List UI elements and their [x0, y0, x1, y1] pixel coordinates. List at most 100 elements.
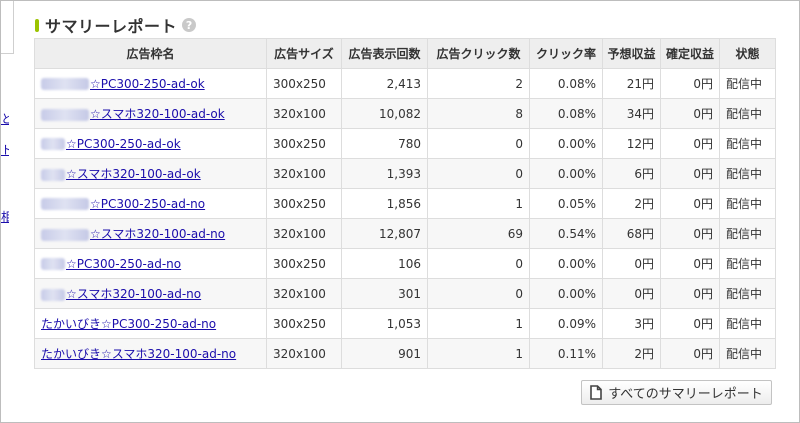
column-header-ctr[interactable]: クリック率: [529, 38, 603, 69]
all-summary-reports-label: すべてのサマリーレポート: [608, 387, 763, 402]
ctr-cell: 0.09%: [529, 308, 603, 339]
ad-size-cell: 300x250: [266, 188, 342, 219]
ad-slot-name-link[interactable]: ☆スマホ320-100-ad-ok: [41, 107, 225, 121]
ad-slot-name-link[interactable]: ☆PC300-250-ad-no: [41, 257, 181, 271]
estimated-revenue-cell: 2円: [602, 338, 661, 369]
impressions-cell: 2,413: [341, 68, 428, 99]
ad-size-cell: 300x250: [266, 68, 342, 99]
column-header-estimated-revenue[interactable]: 予想収益: [602, 38, 661, 69]
report-panel: と ト 相 サマリーレポート ? 広告枠名 広告サイズ 広告表示回数 広告クリッ…: [0, 0, 800, 423]
status-cell: 配信中: [719, 278, 776, 309]
column-header-impressions[interactable]: 広告表示回数: [341, 38, 428, 69]
estimated-revenue-cell: 0円: [602, 248, 661, 279]
question-circle-icon[interactable]: ?: [182, 18, 197, 32]
redacted-name-blur: [41, 228, 89, 241]
table-row: ☆スマホ320-100-ad-no 320x100 301 0 0.00% 0円 0円 配信中: [34, 278, 776, 309]
section-header: サマリーレポート ?: [35, 14, 197, 36]
ad-size-cell: 300x250: [266, 308, 342, 339]
status-cell: 配信中: [719, 188, 776, 219]
ad-slot-name-link[interactable]: ☆PC300-250-ad-no: [41, 197, 205, 211]
ad-slot-name-text: ☆スマホ320-100-ad-ok: [90, 107, 225, 121]
left-sidebar-link[interactable]: ト: [1, 141, 9, 158]
confirmed-revenue-cell: 0円: [660, 98, 720, 129]
ad-slot-name-cell: ☆PC300-250-ad-no: [34, 248, 267, 279]
column-header-confirmed-revenue[interactable]: 確定収益: [660, 38, 720, 69]
estimated-revenue-cell: 0円: [602, 278, 661, 309]
column-header-clicks[interactable]: 広告クリック数: [427, 38, 530, 69]
ad-size-cell: 320x100: [266, 338, 342, 369]
impressions-cell: 780: [341, 128, 428, 159]
ad-size-cell: 300x250: [266, 248, 342, 279]
ad-slot-name-cell: ☆PC300-250-ad-no: [34, 188, 267, 219]
ad-slot-name-text: たかいびき☆スマホ320-100-ad-no: [41, 347, 237, 361]
ctr-cell: 0.00%: [529, 158, 603, 189]
ad-slot-name-cell: ☆スマホ320-100-ad-ok: [34, 98, 267, 129]
ctr-cell: 0.05%: [529, 188, 603, 219]
ad-size-cell: 300x250: [266, 128, 342, 159]
ad-slot-name-link[interactable]: ☆スマホ320-100-ad-no: [41, 287, 201, 301]
redacted-name-blur: [41, 168, 65, 181]
column-header-status[interactable]: 状態: [719, 38, 776, 69]
confirmed-revenue-cell: 0円: [660, 218, 720, 249]
ad-slot-name-cell: ☆PC300-250-ad-ok: [34, 128, 267, 159]
estimated-revenue-cell: 21円: [602, 68, 661, 99]
ad-slot-name-cell: たかいびき☆PC300-250-ad-no: [34, 308, 267, 339]
table-row: たかいびき☆PC300-250-ad-no 300x250 1,053 1 0.09% 3…: [34, 308, 776, 339]
ad-slot-name-link[interactable]: ☆スマホ320-100-ad-no: [41, 227, 225, 241]
redacted-name-blur: [41, 258, 65, 270]
table-row: ☆PC300-250-ad-ok 300x250 780 0 0.00% 12円 0円 配信中: [34, 128, 776, 159]
left-sidebar-link[interactable]: 相: [1, 208, 9, 225]
redacted-name-blur: [41, 288, 65, 301]
status-cell: 配信中: [719, 248, 776, 279]
column-header-ad-slot-name[interactable]: 広告枠名: [34, 38, 267, 69]
ad-slot-name-text: ☆PC300-250-ad-ok: [90, 76, 205, 91]
table-row: ☆PC300-250-ad-no 300x250 106 0 0.00% 0円 0円 配信中: [34, 248, 776, 279]
redacted-name-blur: [41, 198, 89, 210]
ad-slot-name-text: ☆スマホ320-100-ad-no: [66, 287, 202, 301]
all-summary-reports-button[interactable]: すべてのサマリーレポート: [581, 380, 772, 405]
ctr-cell: 0.00%: [529, 248, 603, 279]
ctr-cell: 0.00%: [529, 128, 603, 159]
impressions-cell: 1,393: [341, 158, 428, 189]
ad-slot-name-cell: ☆スマホ320-100-ad-ok: [34, 158, 267, 189]
ad-slot-name-text: たかいびき☆PC300-250-ad-no: [41, 317, 217, 331]
estimated-revenue-cell: 34円: [602, 98, 661, 129]
impressions-cell: 106: [341, 248, 428, 279]
left-sidebar-link[interactable]: と: [1, 110, 9, 127]
estimated-revenue-cell: 3円: [602, 308, 661, 339]
ad-slot-name-cell: ☆PC300-250-ad-ok: [34, 68, 267, 99]
confirmed-revenue-cell: 0円: [660, 188, 720, 219]
column-header-ad-size[interactable]: 広告サイズ: [266, 38, 342, 69]
ad-slot-name-link[interactable]: たかいびき☆スマホ320-100-ad-no: [41, 347, 236, 361]
estimated-revenue-cell: 6円: [602, 158, 661, 189]
clicks-cell: 0: [427, 248, 530, 279]
ad-slot-name-link[interactable]: ☆PC300-250-ad-ok: [41, 137, 181, 151]
ad-slot-name-cell: ☆スマホ320-100-ad-no: [34, 278, 267, 309]
confirmed-revenue-cell: 0円: [660, 128, 720, 159]
title-accent-bar: [35, 18, 39, 32]
clicks-cell: 1: [427, 338, 530, 369]
status-cell: 配信中: [719, 308, 776, 339]
ad-slot-name-text: ☆スマホ320-100-ad-no: [90, 227, 226, 241]
ctr-cell: 0.11%: [529, 338, 603, 369]
ad-slot-name-text: ☆スマホ320-100-ad-ok: [66, 167, 201, 181]
ad-slot-name-link[interactable]: たかいびき☆PC300-250-ad-no: [41, 317, 216, 331]
ctr-cell: 0.08%: [529, 98, 603, 129]
ctr-cell: 0.08%: [529, 68, 603, 99]
ad-slot-name-text: ☆PC300-250-ad-no: [90, 196, 206, 211]
impressions-cell: 901: [341, 338, 428, 369]
ad-size-cell: 320x100: [266, 158, 342, 189]
clicks-cell: 0: [427, 128, 530, 159]
redacted-name-blur: [41, 138, 65, 150]
clicks-cell: 2: [427, 68, 530, 99]
status-cell: 配信中: [719, 218, 776, 249]
status-cell: 配信中: [719, 158, 776, 189]
ad-slot-name-cell: ☆スマホ320-100-ad-no: [34, 218, 267, 249]
section-title: サマリーレポート: [45, 17, 178, 36]
ad-slot-name-link[interactable]: ☆PC300-250-ad-ok: [41, 77, 205, 91]
clicks-cell: 0: [427, 158, 530, 189]
ctr-cell: 0.00%: [529, 278, 603, 309]
ad-size-cell: 320x100: [266, 278, 342, 309]
ad-slot-name-link[interactable]: ☆スマホ320-100-ad-ok: [41, 167, 201, 181]
clicks-cell: 1: [427, 308, 530, 339]
